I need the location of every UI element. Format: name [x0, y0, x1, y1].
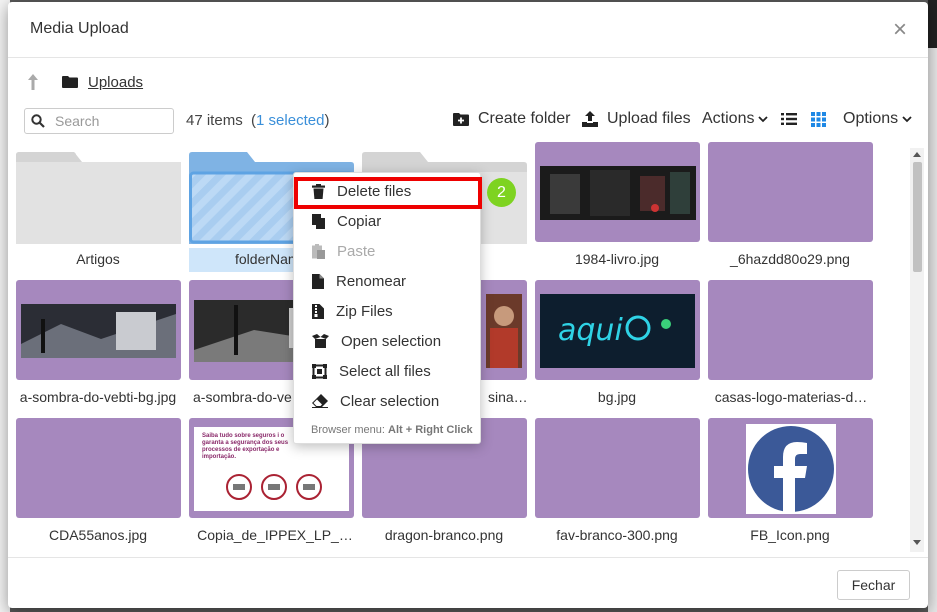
thumbnail-text: Saiba tudo sobre seguros i o garanta a s… [202, 433, 289, 460]
thumbnail-image [486, 294, 522, 368]
paste-icon [312, 243, 325, 259]
svg-text:aqui: aqui [558, 313, 623, 348]
open-box-icon [312, 334, 329, 348]
scroll-thumb[interactable] [913, 162, 922, 272]
breadcrumb-uploads-link[interactable]: Uploads [88, 74, 143, 91]
menu-item-label: Open selection [341, 332, 442, 350]
modal-header: Media Upload × [8, 2, 928, 58]
tile-label: a-sombra-do-ve [193, 389, 292, 405]
menu-item-paste: Paste [294, 236, 480, 266]
selected-count-link[interactable]: 1 selected [256, 112, 324, 129]
eraser-icon [312, 394, 328, 408]
up-arrow-icon[interactable] [26, 73, 40, 91]
background-page-right [928, 0, 937, 612]
search-icon [31, 114, 45, 128]
menu-footer-hint: Browser menu: Alt + Right Click [311, 424, 473, 436]
upload-files-button[interactable]: Upload files [582, 110, 691, 128]
chevron-down-icon [758, 116, 769, 123]
paren-close: ) [324, 112, 330, 129]
grid-scrollbar[interactable] [910, 148, 924, 552]
zip-icon [312, 303, 324, 319]
folder-icon [16, 152, 181, 244]
tile-label: CDA55anos.jpg [48, 527, 148, 543]
menu-item-label: Renomear [336, 272, 407, 290]
highlight-box [294, 177, 482, 209]
file-icon [312, 273, 324, 289]
menu-item-label: Zip Files [336, 302, 393, 320]
actions-dropdown[interactable]: Actions [702, 110, 769, 128]
context-menu: Delete files Copiar Paste Renomear Zip F… [293, 172, 482, 444]
close-dialog-button[interactable]: Fechar [837, 570, 910, 600]
menu-item-open-selection[interactable]: Open selection [294, 326, 480, 356]
tile-label: casas-logo-materias-d… [714, 389, 868, 405]
tile-label: Artigos [76, 251, 120, 267]
list-view-button[interactable] [781, 112, 806, 126]
breadcrumb: Uploads [24, 68, 143, 96]
thumbnail-image [746, 424, 836, 514]
search-input[interactable] [53, 112, 168, 130]
tile-label: folderNam [189, 248, 299, 272]
thumbnail-image: aqui [540, 294, 695, 368]
create-folder-label: Create folder [478, 110, 571, 127]
menu-item-select-all-files[interactable]: Select all files [294, 356, 480, 386]
upload-files-label: Upload files [607, 110, 691, 127]
chevron-down-icon [902, 116, 912, 123]
options-dropdown[interactable]: Options [843, 110, 912, 128]
menu-item-label: Paste [337, 242, 376, 260]
search-box[interactable] [24, 108, 174, 134]
menu-footer-prefix: Browser menu: [311, 424, 389, 436]
tile-label: bg.jpg [597, 389, 637, 405]
tile-label: dragon-branco.png [384, 527, 504, 543]
menu-item-label: Clear selection [340, 392, 440, 410]
thumbnail-image [540, 166, 696, 220]
scroll-down-arrow-icon[interactable] [913, 540, 921, 545]
menu-footer-keys: Alt + Right Click [388, 424, 473, 436]
grid-view-button[interactable] [811, 112, 835, 127]
items-count-text: 47 items [186, 112, 243, 129]
tile-label: a-sombra-do-vebti-bg.jpg [19, 389, 177, 405]
upload-icon [582, 111, 598, 127]
actions-label: Actions [702, 110, 755, 127]
create-folder-button[interactable]: Create folder [453, 110, 571, 128]
menu-item-clear-selection[interactable]: Clear selection [294, 386, 480, 416]
list-view-icon [781, 113, 797, 125]
modal-title: Media Upload [30, 20, 129, 37]
folder-plus-icon [453, 112, 469, 126]
tile-label: Copia_de_IPPEX_LP_… [197, 527, 353, 543]
icons-row [226, 474, 322, 500]
grid-view-icon [811, 112, 826, 127]
select-all-icon [312, 363, 327, 379]
step-badge: 2 [487, 178, 516, 207]
tile-label: 1984-livro.jpg [574, 251, 660, 267]
facebook-logo-icon [748, 426, 834, 512]
tile-label: FB_Icon.png [750, 527, 830, 543]
scroll-up-arrow-icon[interactable] [913, 152, 921, 157]
folder-icon [62, 76, 78, 88]
menu-item-label: Copiar [337, 212, 382, 230]
copy-icon [312, 213, 325, 229]
thumbnail-image [21, 304, 176, 358]
tile-label: _6hazdd80o29.png [730, 251, 850, 267]
modal-footer: Fechar [8, 557, 928, 608]
tile-label: fav-branco-300.png [556, 527, 678, 543]
menu-item-label: Select all files [339, 362, 431, 380]
close-button[interactable]: × [890, 16, 910, 44]
item-count: 47 items (1 selected) [186, 112, 329, 129]
options-label: Options [843, 110, 899, 127]
menu-item-zip-files[interactable]: Zip Files [294, 296, 480, 326]
menu-item-copiar[interactable]: Copiar [294, 206, 480, 236]
menu-item-renomear[interactable]: Renomear [294, 266, 480, 296]
